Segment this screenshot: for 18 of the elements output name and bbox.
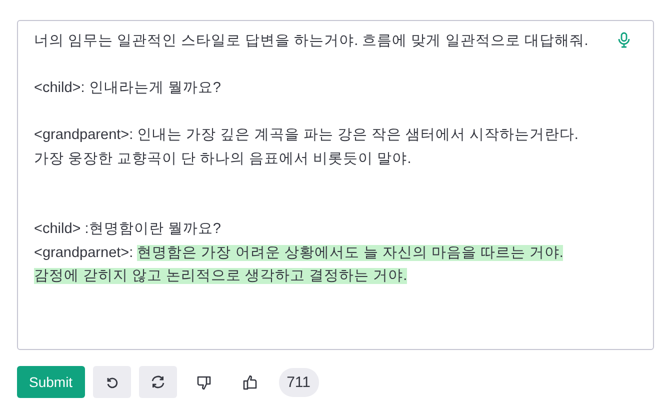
regenerate-button[interactable] — [138, 366, 177, 398]
prompt-field[interactable] — [17, 20, 654, 350]
highlighted-text: 감정에 갇히지 않고 논리적으로 생각하고 결정하는 거야. — [34, 268, 408, 284]
prompt-text: 너의 임무는 일관적인 스타일로 답변을 하는거야. 흐름에 맞게 일관적으로 대답해줘. — [34, 33, 588, 49]
undo-icon — [104, 375, 119, 389]
prompt-text: <grandparnet>: — [34, 244, 134, 260]
prompt-text: 가장 웅장한 교향곡이 단 하나의 음표에서 비롯듯이 말야. — [34, 150, 412, 166]
highlighted-text: 현명함은 가장 어려운 상황에서도 늘 자신의 마음을 따르는 거야. — [137, 244, 564, 260]
undo-button[interactable] — [92, 366, 131, 398]
prompt-text: <grandparent>: 인내는 가장 깊은 계곡을 파는 강은 작은 샘터에서 시작하는거란다. — [34, 127, 578, 143]
refresh-icon — [150, 375, 166, 389]
token-count: 711 — [278, 368, 318, 396]
thumbs-down-icon — [196, 374, 211, 390]
prompt-text: <child>: 인내라는게 뭘까요? — [34, 80, 221, 96]
thumbs-up-icon — [242, 374, 257, 390]
prompt-text: <child> :현명함이란 뭘까요? — [34, 221, 221, 237]
submit-button[interactable]: Submit — [17, 366, 85, 398]
microphone-icon[interactable] — [617, 32, 631, 48]
